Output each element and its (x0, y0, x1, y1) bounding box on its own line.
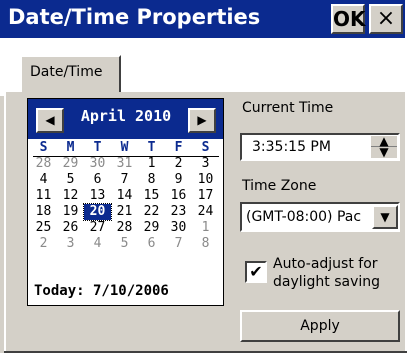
calendar-header: ◀ April 2010 ▶ (28, 99, 223, 139)
day-cell[interactable]: 22 (138, 204, 165, 220)
month-label: April 2010 (80, 107, 172, 125)
day-cell[interactable]: 19 (57, 204, 84, 220)
auto-adjust-label[interactable]: Auto-adjust for daylight saving (273, 255, 403, 291)
day-cell[interactable]: 15 (138, 188, 165, 204)
weekday-header: S (39, 140, 48, 155)
day-cell[interactable]: 2 (30, 236, 57, 252)
day-cell[interactable]: 30 (165, 220, 192, 236)
day-cell[interactable]: 31 (111, 156, 138, 172)
day-cell[interactable]: 28 (111, 220, 138, 236)
day-cell[interactable]: 6 (84, 172, 111, 188)
day-cell[interactable]: 9 (165, 172, 192, 188)
day-cell[interactable]: 14 (111, 188, 138, 204)
auto-adjust-checkbox[interactable]: ✔ (245, 261, 267, 283)
day-cell[interactable]: 27 (84, 220, 111, 236)
day-cell[interactable]: 1 (138, 156, 165, 172)
day-cell[interactable]: 17 (192, 188, 219, 204)
time-zone-label: Time Zone (242, 178, 317, 194)
spin-down-icon[interactable]: ▼ (371, 146, 397, 158)
day-cell[interactable]: 26 (57, 220, 84, 236)
next-month-button[interactable]: ▶ (188, 108, 216, 133)
day-cell[interactable]: 30 (84, 156, 111, 172)
calendar-grid: S M T W T F S 28 29 30 31 1 2 3 4 5 6 7 8 9 10 11 12 13 14 15 16 17… (30, 140, 222, 252)
day-cell[interactable]: 2 (165, 156, 192, 172)
tab-date-time[interactable]: Date/Time (20, 55, 121, 95)
day-cell[interactable]: 6 (138, 236, 165, 252)
day-cell[interactable]: 3 (57, 236, 84, 252)
selected-day-cell[interactable]: 20 (83, 203, 112, 221)
day-cell[interactable]: 29 (138, 220, 165, 236)
close-icon[interactable]: × (369, 4, 403, 34)
weekday-header: T (93, 140, 102, 155)
day-cell[interactable]: 4 (84, 236, 111, 252)
current-time-label: Current Time (242, 100, 334, 116)
day-cell[interactable]: 18 (30, 204, 57, 220)
weekday-header: F (174, 140, 183, 155)
day-cell[interactable]: 8 (138, 172, 165, 188)
prev-month-button[interactable]: ◀ (36, 108, 64, 133)
day-cell[interactable]: 3 (192, 156, 219, 172)
ok-button[interactable]: OK (331, 4, 366, 34)
day-cell[interactable]: 7 (111, 172, 138, 188)
day-cell[interactable]: 13 (84, 188, 111, 204)
apply-button[interactable]: Apply (240, 310, 400, 342)
auto-adjust-label-line2: daylight saving (273, 274, 381, 290)
auto-adjust-label-line1: Auto-adjust for (273, 256, 378, 272)
time-spinner[interactable]: ▲ ▼ (371, 135, 397, 158)
tab-strip: Date/Time (0, 38, 405, 96)
day-cell[interactable]: 29 (57, 156, 84, 172)
day-cell[interactable]: 1 (192, 220, 219, 236)
day-cell[interactable]: 10 (192, 172, 219, 188)
weekday-header: T (147, 140, 156, 155)
day-cell[interactable]: 28 (30, 156, 57, 172)
day-cell[interactable]: 24 (192, 204, 219, 220)
day-cell[interactable]: 21 (111, 204, 138, 220)
date-time-properties-window: Date/Time Properties OK × Date/Time ◀ Ap… (0, 0, 407, 353)
today-link[interactable]: Today: 7/10/2006 (34, 283, 169, 299)
day-cell[interactable]: 4 (30, 172, 57, 188)
weekday-header: W (120, 140, 129, 155)
title-bar: Date/Time Properties OK × (0, 0, 405, 38)
window-title: Date/Time Properties (8, 5, 261, 29)
calendar: ◀ April 2010 ▶ S M T W T F S 28 29 30 31 1 2 3 4 5 6 7 8 9 1… (27, 98, 224, 306)
day-cell[interactable]: 23 (165, 204, 192, 220)
day-cell[interactable]: 25 (30, 220, 57, 236)
day-cell[interactable]: 5 (57, 172, 84, 188)
day-cell[interactable]: 8 (192, 236, 219, 252)
day-cell[interactable]: 12 (57, 188, 84, 204)
dropdown-arrow-icon[interactable]: ▼ (372, 205, 398, 229)
weekday-header: S (201, 140, 210, 155)
day-cell[interactable]: 7 (165, 236, 192, 252)
weekday-header: M (66, 140, 75, 155)
day-cell[interactable]: 11 (30, 188, 57, 204)
day-cell[interactable]: 16 (165, 188, 192, 204)
day-cell[interactable]: 5 (111, 236, 138, 252)
